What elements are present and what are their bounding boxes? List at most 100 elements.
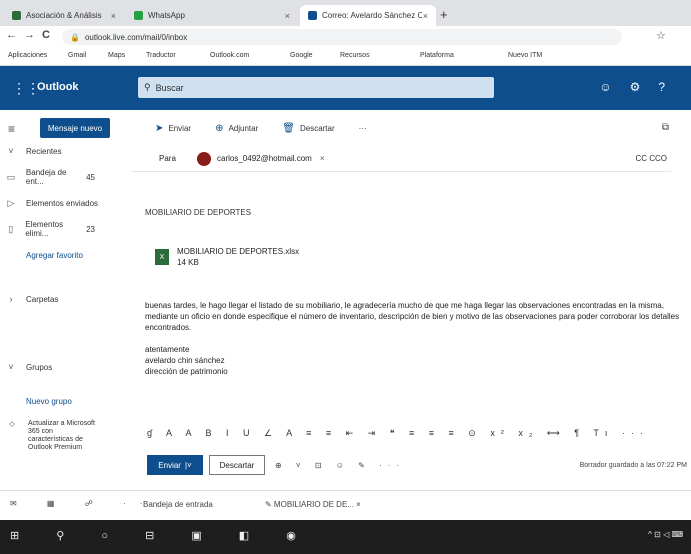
folder-pane: ≡ Mensaje nuevo ˅ Recientes ▭ Bandeja de… [0, 110, 131, 490]
trash-icon: ▯ [8, 223, 14, 234]
star-icon[interactable]: ☆ [656, 29, 666, 42]
avatar [197, 151, 211, 166]
nav-label: Recientes [26, 146, 62, 156]
send-icon: ➤ [155, 122, 164, 134]
insert-tools[interactable]: ⊕ ˅ ⊡ ☺ ✎ ··· [275, 461, 405, 470]
attachment-size: 14 KB [177, 258, 199, 267]
bookmark-item[interactable]: Aplicaciones [8, 52, 47, 59]
bookmark-item[interactable]: Gmail [68, 52, 86, 59]
app-launcher-icon[interactable]: ⋮⋮ [12, 80, 40, 97]
command-label: Descartar [299, 123, 335, 133]
tab-inbox[interactable]: Bandeja de entrada [143, 500, 213, 509]
bookmark-item[interactable]: Maps [108, 52, 125, 59]
system-tray[interactable]: ^ ⊡ ◁ ⌨ [648, 530, 683, 539]
new-message-button[interactable]: Mensaje nuevo [40, 118, 110, 138]
bookmark-item[interactable]: Recursos [340, 52, 370, 59]
app-title[interactable]: Outlook [37, 81, 79, 93]
upgrade-text: Actualizar a Microsoft 365 con caracterí… [28, 420, 95, 451]
subject-field[interactable]: MOBILIARIO DE DEPORTES [145, 208, 665, 217]
unread-count: 23 [86, 224, 95, 234]
signature-line: dirección de patrimonio [145, 367, 228, 376]
tab-label: Asociación & Análisis [26, 11, 102, 20]
tab-label: WhatsApp [148, 11, 185, 20]
tab-draft[interactable]: ✎ MOBILIARIO DE DE... × [265, 500, 361, 509]
taskbar-icons[interactable]: ⊞ ⚲ ○ ⊟ ▣ ◧ ◉ [10, 529, 313, 542]
command-label: Enviar [168, 123, 192, 133]
browser-tab-bar: Asociación & Análisis × WhatsApp × Corre… [0, 0, 691, 26]
bookmark-item[interactable]: Nuevo ITM [508, 52, 542, 59]
signature-line: atentamente [145, 345, 190, 354]
bookmark-item[interactable]: Plataforma [420, 52, 454, 59]
attach-command[interactable]: ⊕ Adjuntar [215, 123, 258, 134]
discard-command[interactable]: 🗑 Descartar [282, 123, 334, 134]
nav-label: Carpetas [26, 294, 59, 304]
back-icon[interactable]: ← [6, 29, 17, 41]
attachment-card[interactable]: X MOBILIARIO DE DEPORTES.xlsx 14 KB [155, 246, 299, 268]
remove-recipient-icon[interactable]: × [320, 154, 325, 163]
close-icon[interactable]: × [111, 11, 116, 21]
outlook-header: ⋮⋮ Outlook ⚲ Buscar ☺⚙? [0, 66, 691, 110]
bookmark-item[interactable]: Traductor [146, 52, 176, 59]
browser-tab-3[interactable]: Correo: Avelardo Sánchez Castillo × [300, 5, 436, 26]
browser-tab-1[interactable]: Asociación & Análisis × [4, 5, 124, 26]
new-tab-button[interactable]: + [440, 7, 448, 22]
to-field[interactable]: Para carlos_0492@hotmail.com × CC CCO [131, 146, 671, 172]
cc-bcc-link[interactable]: CC CCO [635, 154, 667, 163]
search-icon: ⚲ [144, 82, 151, 92]
compose-pane: ➤ Enviar ⊕ Adjuntar 🗑 Descartar ··· ⧉ Pa… [131, 110, 691, 490]
nav-label: Agregar favorito [26, 250, 83, 260]
url-input[interactable]: 🔒 outlook.live.com/mail/0/inbox [62, 29, 622, 45]
trash-icon: 🗑 [282, 122, 295, 134]
close-icon[interactable]: × [423, 11, 428, 21]
to-label[interactable]: Para [159, 154, 185, 163]
draft-status: Borrador guardado a las 07:22 PM [579, 461, 687, 469]
signature-line: avelardo chin sánchez [145, 356, 225, 365]
bookmark-item[interactable]: Google [290, 52, 313, 59]
more-icon: ··· [358, 123, 367, 133]
send-icon: ▷ [7, 197, 15, 208]
discard-button[interactable]: Descartar [209, 455, 265, 475]
send-command[interactable]: ➤ Enviar [155, 123, 191, 134]
bookmark-item[interactable]: Outlook.com [210, 52, 249, 59]
popout-icon[interactable]: ⧉ [662, 122, 669, 133]
more-options-button[interactable]: ··· [359, 124, 367, 133]
formatting-toolbar[interactable]: ɠ A A B I U ∠ A ≡ ≡ ⇤ ⇥ ❝ ≡ ≡ ≡ ⊙ x² x₂ … [147, 428, 687, 439]
outlook-icon [308, 11, 317, 20]
forward-icon[interactable]: → [24, 29, 35, 41]
search-input[interactable]: ⚲ Buscar [138, 77, 494, 98]
nav-inbox[interactable]: ▭ Bandeja de ent... 45 [0, 168, 131, 186]
attachment-name: MOBILIARIO DE DEPORTES.xlsx [177, 247, 300, 256]
recipient-chip[interactable]: carlos_0492@hotmail.com [217, 154, 312, 163]
nav-add-favorite[interactable]: Agregar favorito [0, 246, 131, 264]
chevron-right-icon: › [9, 294, 13, 304]
nav-new-group[interactable]: Nuevo grupo [0, 392, 131, 410]
nav-label: Nuevo grupo [26, 396, 72, 406]
close-icon[interactable]: × [285, 11, 290, 21]
command-label: Adjuntar [228, 123, 259, 133]
send-row: Enviar |˅ Descartar ⊕ ˅ ⊡ ☺ ✎ ··· Borrad… [147, 454, 687, 476]
tab-label: Correo: Avelardo Sánchez Castillo [322, 11, 422, 20]
paperclip-icon: ⊕ [215, 122, 224, 134]
header-action-icons[interactable]: ☺⚙? [599, 80, 683, 94]
hamburger-menu-icon[interactable]: ≡ [8, 122, 15, 136]
browser-tab-2[interactable]: WhatsApp × [126, 5, 298, 26]
nav-folders[interactable]: › Carpetas [0, 290, 131, 308]
nav-sent[interactable]: ▷ Elementos enviados [0, 194, 131, 212]
chevron-down-icon[interactable]: |˅ [185, 461, 192, 470]
diamond-icon: ◇ [9, 421, 15, 428]
bookmarks-bar: Aplicaciones Gmail Maps Traductor Outloo… [0, 48, 691, 66]
unread-count: 45 [86, 172, 95, 182]
upgrade-promo[interactable]: ◇ Actualizar a Microsoft 365 con caracte… [0, 420, 131, 452]
reload-icon[interactable]: C [42, 29, 50, 41]
nav-deleted[interactable]: ▯ Elementos elimi... 23 [0, 220, 131, 238]
nav-label: Elementos enviados [26, 198, 99, 208]
module-switcher-bar: ✉ ▦ ☍ ··· Bandeja de entrada ✎ MOBILIARI… [0, 490, 691, 520]
nav-label: Elementos elimi... [25, 220, 64, 238]
send-button[interactable]: Enviar |˅ [147, 455, 203, 475]
nav-groups[interactable]: ˅ Grupos [0, 358, 131, 376]
body-paragraph: buenas tardes, le hago llegar el listado… [145, 301, 680, 332]
lock-icon: 🔒 [70, 32, 80, 42]
nav-favorites-header[interactable]: ˅ Recientes [0, 142, 131, 160]
chevron-down-icon: ˅ [8, 146, 14, 156]
message-body[interactable]: buenas tardes, le hago llegar el listado… [145, 300, 681, 377]
